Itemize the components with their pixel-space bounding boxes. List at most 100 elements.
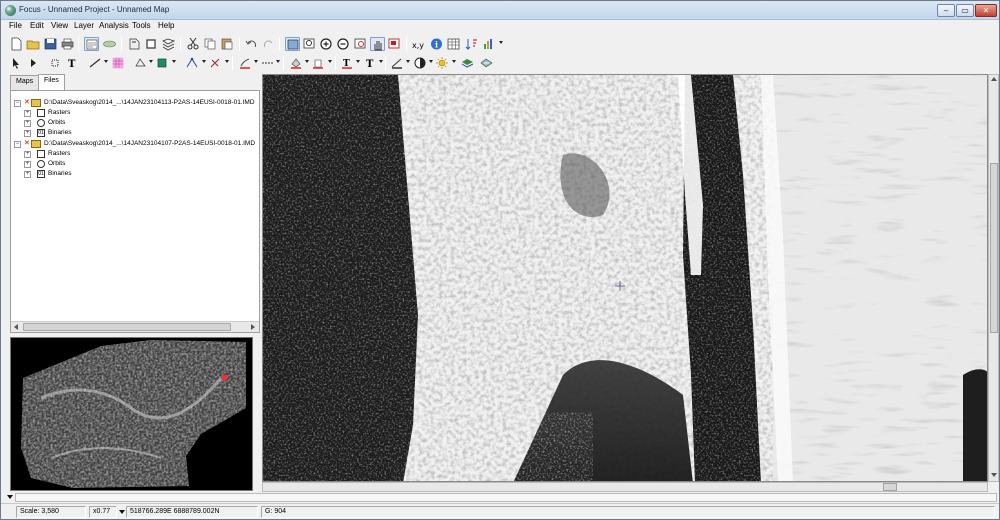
expand-icon[interactable]: + — [24, 171, 31, 178]
zoom-extent-icon[interactable] — [353, 37, 368, 51]
zoom-selection-icon[interactable] — [387, 37, 402, 51]
tab-files[interactable]: Files — [38, 74, 65, 90]
pan-hand-icon[interactable] — [370, 37, 385, 51]
map-horizontal-scrollbar[interactable] — [262, 482, 988, 492]
cut-icon[interactable] — [186, 37, 201, 51]
expand-icon[interactable]: + — [24, 130, 31, 137]
coordinates-field: 518766.289E 6888789.002N — [126, 506, 258, 518]
orbit-node-icon — [37, 160, 45, 168]
stop-icon[interactable] — [144, 37, 159, 51]
tools-icon[interactable] — [208, 56, 223, 70]
raster-icon[interactable] — [479, 56, 494, 70]
scroll-thumb[interactable] — [23, 323, 231, 331]
tab-maps[interactable]: Maps — [10, 75, 40, 90]
line-style-icon[interactable] — [88, 56, 103, 70]
zoom-dropdown-icon[interactable] — [119, 510, 125, 514]
project-icon[interactable] — [84, 37, 99, 51]
binary-node-icon: 01 — [37, 170, 45, 178]
fill-icon[interactable] — [155, 56, 170, 70]
node-edit-icon[interactable] — [48, 56, 63, 70]
text-tool-icon[interactable]: T — [65, 56, 80, 70]
sort-icon[interactable] — [464, 37, 479, 51]
scroll-left-icon[interactable] — [14, 324, 18, 330]
tree-node-label: Orbits — [48, 119, 66, 126]
menu-analysis[interactable]: Analysis — [99, 21, 129, 30]
paste-icon[interactable] — [220, 37, 235, 51]
expand-icon[interactable]: + — [24, 151, 31, 158]
zoom-field: x0.77 — [89, 506, 117, 518]
zoom-box-icon[interactable] — [302, 37, 317, 51]
copy-icon[interactable] — [203, 37, 218, 51]
next-icon[interactable] — [26, 56, 41, 70]
shape-edit-icon[interactable] — [133, 56, 148, 70]
pointer-icon[interactable] — [9, 56, 24, 70]
contrast-icon[interactable] — [413, 56, 428, 70]
menu-help[interactable]: Help — [158, 21, 174, 30]
pixel-value-field: G: 904 — [261, 506, 995, 518]
paint-bucket-icon[interactable] — [311, 56, 326, 70]
map-view[interactable] — [262, 74, 988, 482]
close-file-icon[interactable]: ✕ — [24, 139, 30, 149]
info-icon[interactable]: i — [429, 37, 444, 51]
layers-icon[interactable] — [102, 37, 117, 51]
tree-node-label: Binaries — [48, 170, 72, 177]
new-file-icon[interactable] — [9, 37, 24, 51]
maximize-button[interactable]: ▭ — [956, 4, 974, 17]
undo-icon[interactable] — [244, 37, 259, 51]
tree-node-label: Rasters — [48, 109, 71, 116]
panel-toggle-icon[interactable] — [7, 495, 13, 499]
zoom-out-icon[interactable] — [336, 37, 351, 51]
map-vertical-scrollbar[interactable] — [988, 74, 999, 482]
svg-text:i: i — [435, 40, 438, 50]
table-icon[interactable] — [446, 37, 461, 51]
pen-icon[interactable] — [238, 56, 253, 70]
scroll-thumb[interactable] — [990, 163, 998, 333]
menu-layer[interactable]: Layer — [74, 21, 94, 30]
left-panel: Maps Files − ✕ D:\Data\Sveaskog\2014_...… — [7, 74, 260, 492]
tree-root-label: D:\Data\Sveaskog\2014_...\14JAN23104113-… — [44, 99, 255, 106]
print-icon[interactable] — [60, 37, 75, 51]
tree-node-label: Binaries — [48, 129, 72, 136]
folder-icon — [31, 99, 41, 107]
undo-history-icon[interactable] — [127, 37, 142, 51]
coordinates-icon[interactable]: x,y — [411, 37, 426, 51]
brightness-icon[interactable] — [435, 56, 450, 70]
chart-icon[interactable] — [482, 37, 497, 51]
layer-stack-icon[interactable] — [460, 56, 475, 70]
zoom-to-fit-icon[interactable] — [285, 37, 300, 51]
scroll-up-icon[interactable] — [991, 77, 997, 81]
line-dash-icon[interactable] — [260, 56, 275, 70]
menu-edit[interactable]: Edit — [30, 21, 44, 30]
close-button[interactable]: ✕ — [975, 4, 997, 17]
vertex-icon[interactable] — [185, 56, 200, 70]
title-bar[interactable]: Focus - Unnamed Project - Unnamed Map – … — [1, 1, 999, 20]
expand-icon[interactable]: + — [24, 110, 31, 117]
font-color-icon[interactable]: T — [340, 56, 355, 70]
overview-map[interactable] — [10, 337, 253, 491]
menu-tools[interactable]: Tools — [132, 21, 151, 30]
close-file-icon[interactable]: ✕ — [24, 98, 30, 108]
scroll-right-icon[interactable] — [251, 324, 255, 330]
scroll-down-icon[interactable] — [991, 473, 997, 477]
save-icon[interactable] — [43, 37, 58, 51]
redo-icon[interactable] — [261, 37, 276, 51]
scroll-thumb[interactable] — [883, 483, 897, 491]
collapse-icon[interactable]: − — [14, 100, 21, 107]
stack-icon[interactable] — [161, 37, 176, 51]
open-folder-icon[interactable] — [26, 37, 41, 51]
expand-icon[interactable]: + — [24, 120, 31, 127]
status-arrow-row — [1, 492, 999, 503]
collapse-icon[interactable]: − — [14, 141, 21, 148]
expand-icon[interactable]: + — [24, 161, 31, 168]
text-size-icon[interactable]: T — [363, 56, 378, 70]
grid-icon[interactable] — [111, 56, 126, 70]
menu-file[interactable]: File — [9, 21, 22, 30]
minimize-button[interactable]: – — [937, 4, 955, 17]
zoom-in-icon[interactable] — [319, 37, 334, 51]
menu-view[interactable]: View — [51, 21, 68, 30]
panel-tabs: Maps Files — [7, 74, 260, 90]
tree-horizontal-scrollbar[interactable] — [11, 321, 259, 332]
fill-color-icon[interactable] — [289, 56, 304, 70]
line-color-icon[interactable] — [390, 56, 405, 70]
raster-node-icon — [37, 109, 45, 117]
